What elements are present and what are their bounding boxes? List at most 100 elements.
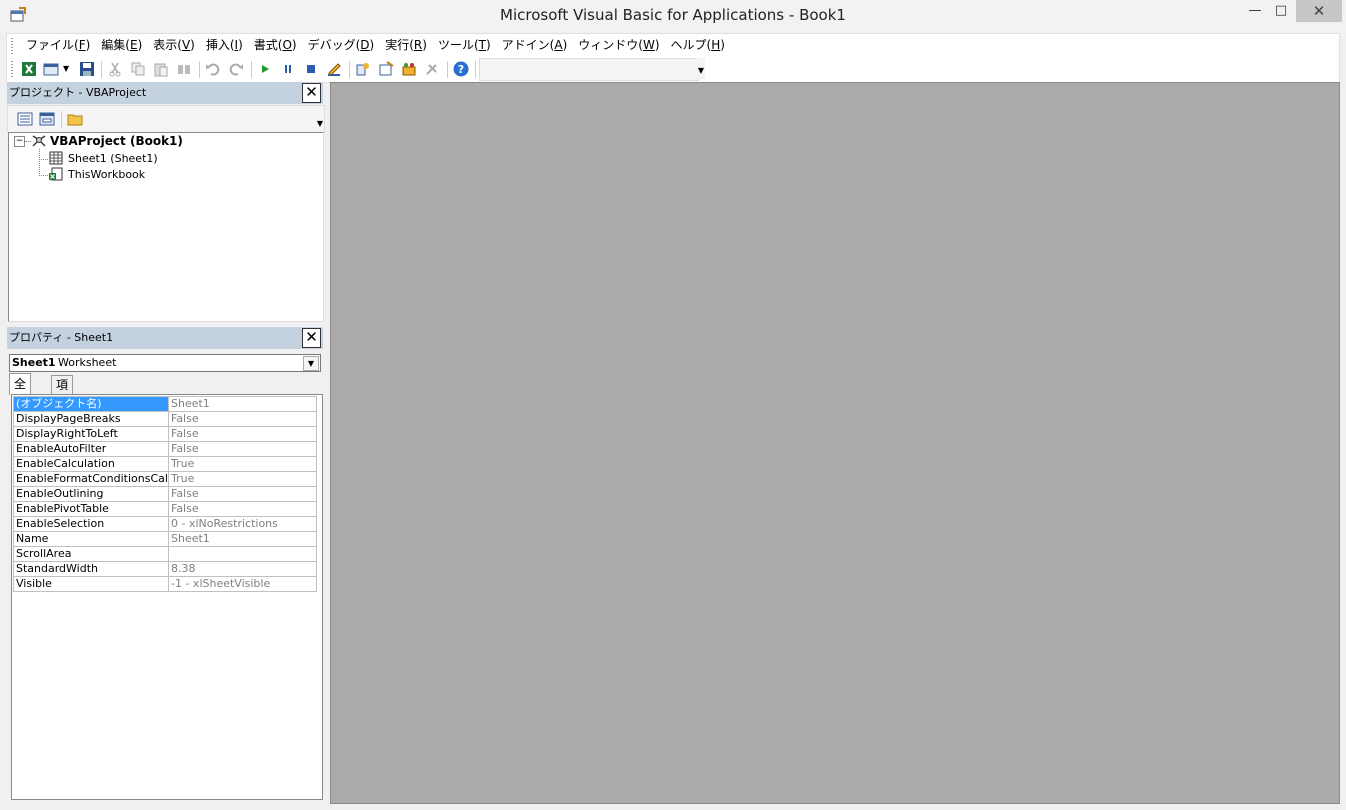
property-row[interactable]: Name Sheet1 (13, 531, 317, 547)
property-value[interactable]: False (168, 411, 317, 427)
menu-item-w[interactable]: ウィンドウ(W) (575, 34, 667, 57)
property-name[interactable]: Visible (13, 576, 169, 592)
property-row[interactable]: EnableAutoFilter False (13, 441, 317, 457)
title-bar: Microsoft Visual Basic for Applications … (0, 0, 1346, 31)
property-row[interactable]: EnablePivotTable False (13, 501, 317, 517)
cut-icon (109, 62, 121, 77)
property-name[interactable]: EnableAutoFilter (13, 441, 169, 457)
property-value[interactable]: -1 - xlSheetVisible (168, 576, 317, 592)
menu-item-h[interactable]: ヘルプ(H) (668, 34, 733, 57)
property-value[interactable]: 0 - xlNoRestrictions (168, 516, 317, 532)
toolbar-grip[interactable] (11, 61, 13, 77)
menu-accelerator: H (711, 38, 721, 52)
property-row[interactable]: EnableCalculation True (13, 456, 317, 472)
help-icon[interactable]: ? (453, 61, 469, 77)
menu-accelerator: D (360, 38, 370, 52)
property-row[interactable]: DisplayRightToLeft False (13, 426, 317, 442)
object-select-type: Worksheet (58, 356, 117, 369)
tree-item-vbaproject[interactable]: VBAProject (Book1) (50, 134, 183, 148)
view-excel-icon[interactable] (21, 61, 37, 77)
menu-item-i[interactable]: 挿入(I) (203, 34, 251, 57)
run-icon[interactable] (257, 61, 273, 77)
toolbar-options-icon[interactable]: ▼ (697, 58, 705, 79)
property-row[interactable]: EnableOutlining False (13, 486, 317, 502)
property-row[interactable]: EnableFormatConditionsCalcu True (13, 471, 317, 487)
menu-item-t[interactable]: ツール(T) (435, 34, 499, 57)
reset-icon[interactable] (303, 61, 319, 77)
property-row[interactable]: EnableSelection 0 - xlNoRestrictions (13, 516, 317, 532)
property-name[interactable]: DisplayRightToLeft (13, 426, 169, 442)
object-select[interactable]: Sheet1 Worksheet ▼ (9, 354, 321, 372)
property-value[interactable]: True (168, 456, 317, 472)
property-name[interactable]: EnableCalculation (13, 456, 169, 472)
cursor-position-box (479, 58, 699, 81)
save-icon[interactable] (79, 61, 95, 77)
menu-label: ウィンドウ( (578, 38, 643, 52)
property-name[interactable]: EnableFormatConditionsCalcu (13, 471, 169, 487)
menu-item-o[interactable]: 書式(O) (251, 34, 305, 57)
project-explorer-icon[interactable] (355, 61, 371, 77)
property-row[interactable]: Visible -1 - xlSheetVisible (13, 576, 317, 592)
property-row[interactable]: DisplayPageBreaks False (13, 411, 317, 427)
property-row[interactable]: (オブジェクト名) Sheet1 (13, 396, 317, 412)
maximize-button[interactable]: □ (1266, 0, 1296, 22)
redo-icon (229, 63, 243, 76)
tab-alphabetic[interactable]: 全体 (9, 373, 32, 411)
property-row[interactable]: ScrollArea (13, 546, 317, 562)
menu-label-tail: ) (422, 38, 427, 52)
project-explorer-toolbar: ▼ (7, 105, 325, 133)
insert-userform-icon[interactable] (43, 61, 59, 77)
property-value[interactable]: Sheet1 (168, 396, 317, 412)
code-window-area[interactable] (330, 82, 1340, 804)
design-mode-icon[interactable] (326, 61, 342, 77)
menu-item-a[interactable]: アドイン(A) (499, 34, 576, 57)
property-value[interactable]: False (168, 441, 317, 457)
project-panel-header[interactable]: プロジェクト - VBAProject ✕ (7, 82, 323, 104)
chevron-down-icon[interactable]: ▼ (303, 356, 319, 371)
collapse-toggle-icon[interactable]: − (14, 136, 25, 147)
dropdown-arrow-icon[interactable]: ▼ (63, 61, 79, 77)
view-object-icon[interactable] (39, 111, 55, 127)
property-name[interactable]: (オブジェクト名) (13, 396, 169, 412)
property-name[interactable]: StandardWidth (13, 561, 169, 577)
tab-categorized[interactable]: 項目別 (51, 375, 74, 428)
property-value[interactable]: False (168, 426, 317, 442)
properties-panel-header[interactable]: プロパティ - Sheet1 ✕ (7, 327, 323, 349)
menu-bar: ファイル(F) 編集(E) 表示(V) 挿入(I) 書式(O) デバッグ(D) 実行(R) ツ… (6, 33, 1340, 57)
property-name[interactable]: DisplayPageBreaks (13, 411, 169, 427)
menu-item-v[interactable]: 表示(V) (150, 34, 203, 57)
menu-accelerator: W (642, 38, 655, 52)
property-value[interactable]: 8.38 (168, 561, 317, 577)
menubar-grip[interactable] (11, 38, 13, 54)
view-code-icon[interactable] (17, 111, 33, 127)
property-name[interactable]: EnableSelection (13, 516, 169, 532)
close-icon[interactable]: ✕ (302, 328, 321, 348)
menu-item-d[interactable]: デバッグ(D) (305, 34, 383, 57)
menu-item-e[interactable]: 編集(E) (98, 34, 150, 57)
tree-item-sheet1[interactable]: Sheet1 (Sheet1) (68, 152, 158, 165)
window-title: Microsoft Visual Basic for Applications … (500, 6, 846, 24)
properties-panel-title: プロパティ - Sheet1 (9, 331, 114, 344)
properties-window-icon[interactable] (378, 61, 394, 77)
property-name[interactable]: Name (13, 531, 169, 547)
object-browser-icon[interactable] (401, 61, 417, 77)
paste-icon (154, 63, 168, 77)
close-window-button[interactable]: ✕ (1296, 0, 1342, 22)
menu-item-r[interactable]: 実行(R) (382, 34, 435, 57)
break-icon[interactable] (280, 61, 296, 77)
property-name[interactable]: EnablePivotTable (13, 501, 169, 517)
toggle-folders-icon[interactable] (67, 111, 83, 127)
property-value[interactable] (168, 546, 317, 562)
panel-options-icon[interactable]: ▼ (316, 106, 324, 132)
property-value[interactable]: Sheet1 (168, 531, 317, 547)
property-value[interactable]: False (168, 501, 317, 517)
close-icon[interactable]: ✕ (302, 83, 321, 103)
find-icon (178, 65, 190, 74)
tree-item-thisworkbook[interactable]: ThisWorkbook (68, 168, 145, 181)
property-value[interactable]: True (168, 471, 317, 487)
property-name[interactable]: EnableOutlining (13, 486, 169, 502)
property-name[interactable]: ScrollArea (13, 546, 169, 562)
menu-item-f[interactable]: ファイル(F) (23, 34, 98, 57)
property-value[interactable]: False (168, 486, 317, 502)
property-row[interactable]: StandardWidth 8.38 (13, 561, 317, 577)
